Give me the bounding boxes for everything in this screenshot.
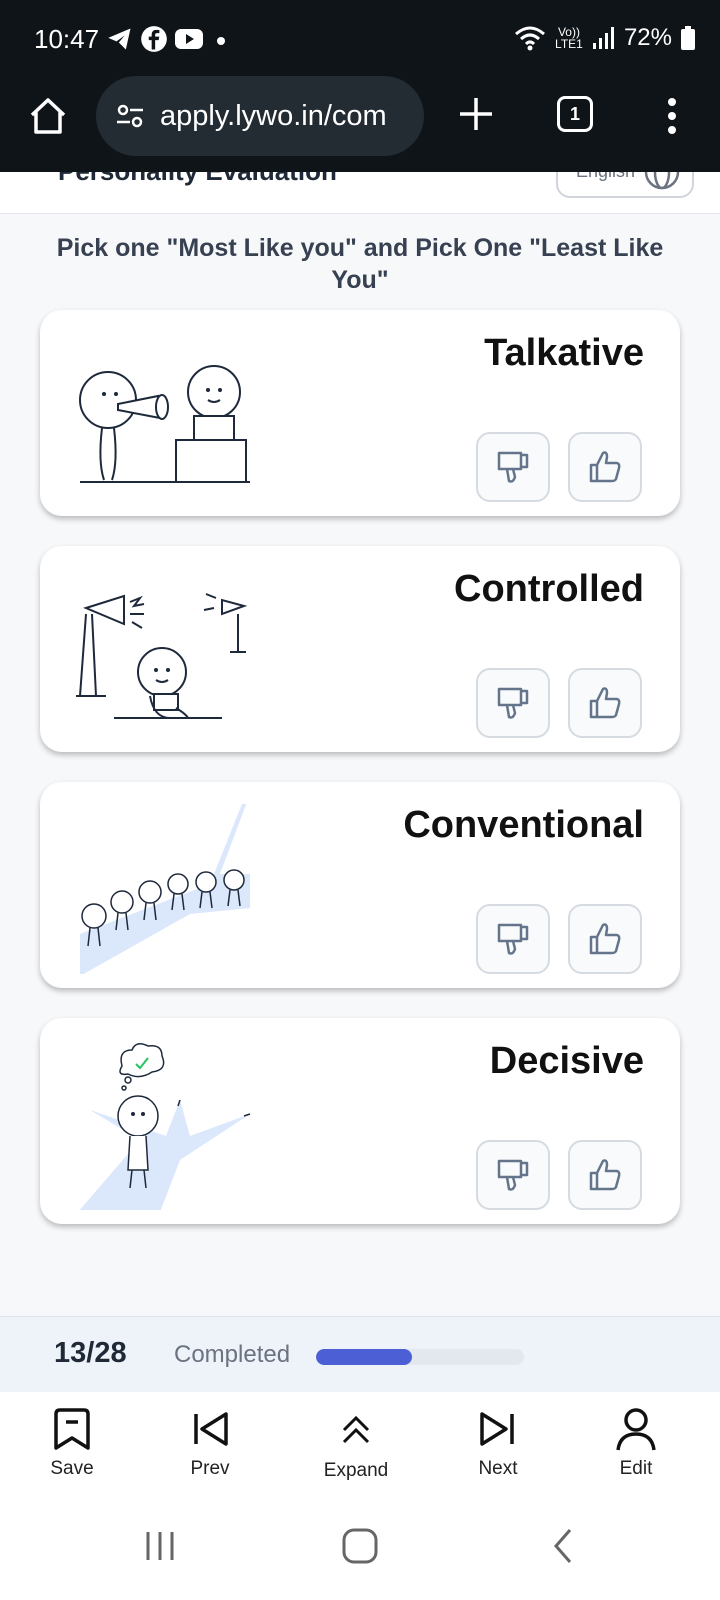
language-value: English xyxy=(576,172,635,181)
recent-apps-icon[interactable] xyxy=(140,1526,180,1566)
back-icon[interactable] xyxy=(544,1526,584,1566)
edit-button[interactable]: Edit xyxy=(586,1406,686,1480)
expand-button[interactable]: Expand xyxy=(306,1406,406,1482)
save-button[interactable]: Save xyxy=(22,1406,122,1480)
trait-card-talkative: Talkative xyxy=(40,310,680,516)
thumbs-up-icon xyxy=(589,1159,621,1191)
wifi-icon xyxy=(514,26,545,51)
notification-icons xyxy=(106,25,232,53)
dot-icon xyxy=(217,37,225,45)
expand-label: Expand xyxy=(323,1460,389,1481)
status-bar: 10:47 Vo)) LTE1 72% xyxy=(0,0,720,74)
least-like-button[interactable] xyxy=(476,432,550,502)
progress-section: 13/28 Completed xyxy=(0,1316,720,1392)
trait-title: Controlled xyxy=(454,568,644,610)
least-like-button[interactable] xyxy=(476,1140,550,1210)
signal-icon xyxy=(592,27,614,49)
thumbs-down-icon xyxy=(497,451,529,483)
new-tab-icon[interactable] xyxy=(454,92,498,136)
trait-title: Decisive xyxy=(489,1040,644,1082)
system-navigation-bar xyxy=(0,1510,720,1600)
trait-title: Conventional xyxy=(403,804,644,846)
most-like-button[interactable] xyxy=(568,904,642,974)
person-thinking-paths-illustration xyxy=(79,1043,251,1210)
progress-fill xyxy=(316,1349,412,1365)
least-like-button[interactable] xyxy=(476,668,550,738)
page-header: Personality Evaluation English xyxy=(0,172,720,214)
more-menu-icon[interactable] xyxy=(660,94,684,138)
prev-button[interactable]: Prev xyxy=(160,1406,260,1480)
site-settings-icon[interactable] xyxy=(114,100,146,132)
status-right: Vo)) LTE1 72% xyxy=(514,24,696,52)
url-text: apply.lywo.in/com xyxy=(160,99,387,132)
progress-count: 13/28 xyxy=(54,1337,127,1369)
progress-bar xyxy=(316,1349,524,1365)
calm-person-with-speakers-illustration xyxy=(76,593,248,719)
next-label: Next xyxy=(478,1458,518,1479)
chevrons-up-icon xyxy=(342,1415,370,1444)
thumbs-up-icon xyxy=(589,923,621,955)
youtube-icon xyxy=(175,29,203,49)
edit-label: Edit xyxy=(619,1458,653,1479)
skip-back-icon xyxy=(194,1412,228,1446)
progress-label: Completed xyxy=(174,1341,291,1368)
trait-card-conventional: Conventional xyxy=(40,782,680,988)
trait-card-decisive: Decisive xyxy=(40,1018,680,1224)
trait-title: Talkative xyxy=(484,332,644,374)
thumbs-down-icon xyxy=(497,923,529,955)
thumbs-down-icon xyxy=(497,1159,529,1191)
browser-toolbar: apply.lywo.in/com 1 xyxy=(0,74,720,172)
address-bar[interactable]: apply.lywo.in/com xyxy=(96,76,424,156)
bookmark-icon xyxy=(54,1408,90,1450)
bottom-navigation: Save Prev Expand Next Edit xyxy=(0,1392,720,1510)
people-in-line-illustration xyxy=(80,804,250,974)
least-like-button[interactable] xyxy=(476,904,550,974)
page-title: Personality Evaluation xyxy=(58,172,337,187)
battery-icon xyxy=(681,26,695,50)
thumbs-down-icon xyxy=(497,687,529,719)
network-label: Vo)) LTE1 xyxy=(555,25,583,51)
tab-switcher-button[interactable]: 1 xyxy=(557,96,593,132)
thumbs-up-icon xyxy=(589,687,621,719)
facebook-icon xyxy=(141,26,167,52)
battery-percent: 72% xyxy=(623,24,672,51)
most-like-button[interactable] xyxy=(568,668,642,738)
person-with-megaphone-illustration xyxy=(79,365,250,483)
save-label: Save xyxy=(50,1458,94,1479)
home-icon[interactable] xyxy=(26,94,70,138)
skip-forward-icon xyxy=(480,1412,514,1446)
trait-card-controlled: Controlled xyxy=(40,546,680,752)
next-button[interactable]: Next xyxy=(448,1406,548,1480)
globe-icon xyxy=(644,172,680,190)
most-like-button[interactable] xyxy=(568,1140,642,1210)
most-like-button[interactable] xyxy=(568,432,642,502)
telegram-icon xyxy=(108,28,131,50)
prev-label: Prev xyxy=(190,1458,230,1479)
status-time: 10:47 xyxy=(34,24,100,54)
thumbs-up-icon xyxy=(589,451,621,483)
instruction-text: Pick one "Most Like you" and Pick One "L… xyxy=(56,234,664,294)
language-select[interactable]: English xyxy=(556,172,694,198)
user-icon xyxy=(616,1408,656,1451)
system-home-icon[interactable] xyxy=(340,1526,380,1566)
